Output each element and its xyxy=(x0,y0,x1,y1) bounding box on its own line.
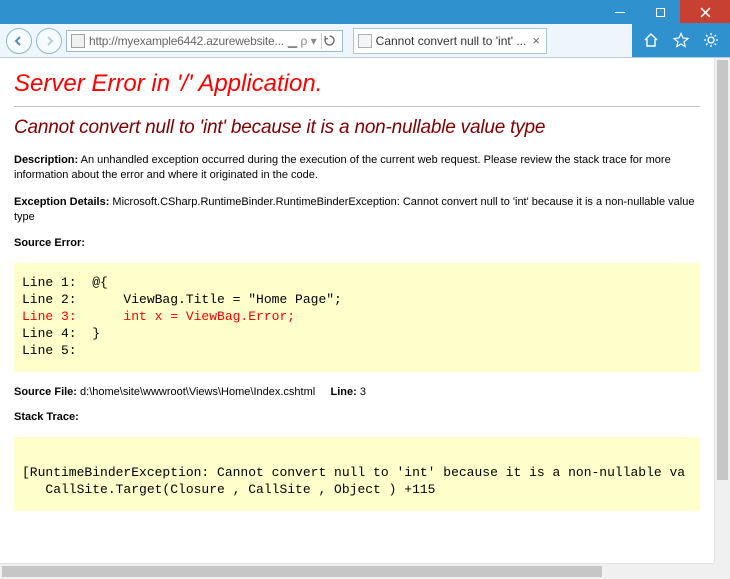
forward-button[interactable] xyxy=(36,28,62,54)
address-url: http://myexample6442.azurewebsite... xyxy=(89,34,284,48)
tab-title: Cannot convert null to 'int' ... xyxy=(376,34,527,48)
exception-label: Exception Details: xyxy=(14,196,109,208)
stack-trace-label: Stack Trace: xyxy=(14,410,700,425)
heading-divider xyxy=(14,106,700,107)
minimize-icon xyxy=(615,12,625,13)
window-titlebar xyxy=(0,0,730,24)
favorites-button[interactable] xyxy=(670,29,692,51)
address-search-indicator: ▁ ρ ▾ xyxy=(288,34,317,48)
source-file-path: d:\home\site\wwwroot\Views\Home\Index.cs… xyxy=(80,386,315,398)
window-close-button[interactable] xyxy=(680,0,730,24)
refresh-icon xyxy=(323,34,336,47)
home-icon xyxy=(643,32,659,48)
back-button[interactable] xyxy=(6,28,32,54)
source-error-code: Line 1: @{ Line 2: ViewBag.Title = "Home… xyxy=(14,263,700,371)
description-text: An unhandled exception occurred during t… xyxy=(14,154,671,181)
error-page: Server Error in '/' Application. Cannot … xyxy=(0,58,714,563)
window-maximize-button[interactable] xyxy=(640,0,680,24)
scroll-corner xyxy=(714,563,730,579)
source-file-label: Source File: xyxy=(14,386,77,398)
line-number: 3 xyxy=(360,386,366,398)
browser-tab[interactable]: Cannot convert null to 'int' ... × xyxy=(353,28,547,54)
tools-button[interactable] xyxy=(700,29,722,51)
horizontal-scroll-thumb[interactable] xyxy=(2,566,602,577)
line-label: Line: xyxy=(330,386,356,398)
exception-text: Microsoft.CSharp.RuntimeBinder.RuntimeBi… xyxy=(14,196,694,223)
toolbar-command-area xyxy=(632,23,730,57)
gear-icon xyxy=(703,32,719,48)
address-bar[interactable]: http://myexample6442.azurewebsite... ▁ ρ… xyxy=(66,30,343,52)
highlighted-error-line: Line 3: int x = ViewBag.Error; xyxy=(22,309,295,324)
exception-paragraph: Exception Details: Microsoft.CSharp.Runt… xyxy=(14,195,700,225)
site-icon xyxy=(71,34,85,48)
page-viewport: Server Error in '/' Application. Cannot … xyxy=(0,58,730,579)
source-error-label: Source Error: xyxy=(14,236,700,251)
arrow-left-icon xyxy=(13,35,25,47)
error-heading: Server Error in '/' Application. xyxy=(14,70,700,98)
vertical-scroll-thumb[interactable] xyxy=(717,60,728,480)
close-icon xyxy=(700,7,711,18)
description-label: Description: xyxy=(14,154,78,166)
arrow-right-icon xyxy=(43,35,55,47)
error-subheading: Cannot convert null to 'int' because it … xyxy=(14,117,700,139)
browser-toolbar: http://myexample6442.azurewebsite... ▁ ρ… xyxy=(0,24,730,58)
description-paragraph: Description: An unhandled exception occu… xyxy=(14,153,700,183)
stack-trace-code: [RuntimeBinderException: Cannot convert … xyxy=(14,437,700,512)
window-minimize-button[interactable] xyxy=(600,0,640,24)
home-button[interactable] xyxy=(640,29,662,51)
tab-favicon xyxy=(358,34,372,48)
star-icon xyxy=(673,32,689,48)
vertical-scrollbar[interactable] xyxy=(714,58,730,563)
maximize-icon xyxy=(656,8,665,17)
refresh-button[interactable] xyxy=(322,34,338,47)
tab-close-button[interactable]: × xyxy=(532,33,540,48)
source-file-row: Source File: d:\home\site\wwwroot\Views\… xyxy=(14,386,700,398)
horizontal-scrollbar[interactable] xyxy=(0,563,714,579)
